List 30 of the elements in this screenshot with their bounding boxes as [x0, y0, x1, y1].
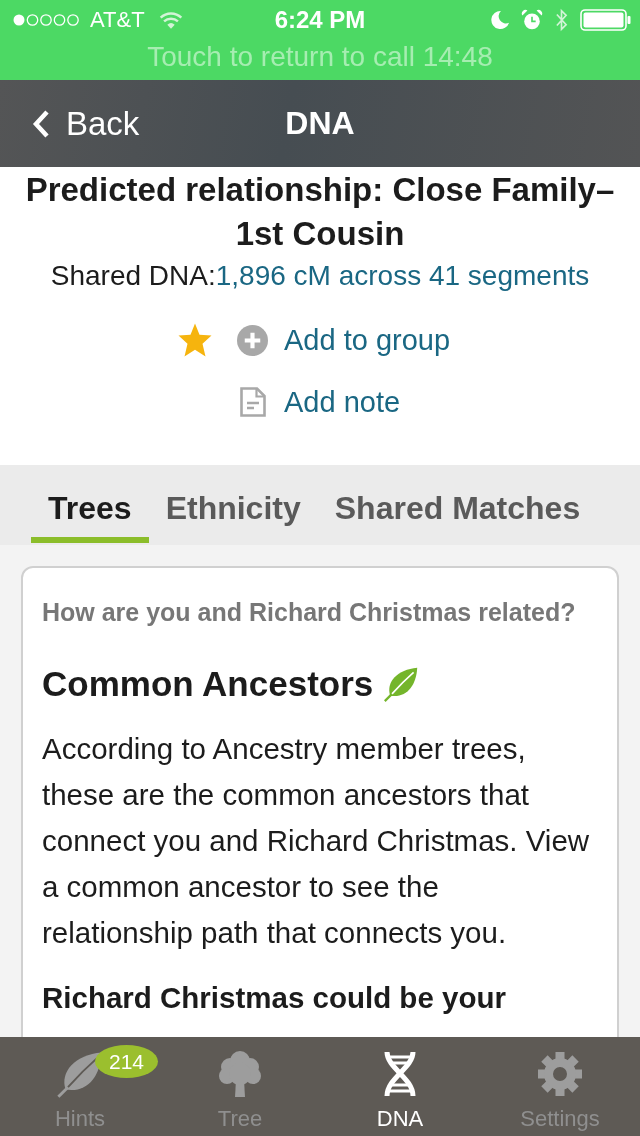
- bluetooth-icon: [555, 8, 568, 32]
- alarm-clock-icon: [521, 9, 543, 31]
- wifi-icon: [158, 10, 183, 30]
- nav-title: DNA: [285, 105, 355, 142]
- moon-icon: [490, 10, 510, 30]
- battery-icon: [580, 9, 632, 31]
- bold-text: Richard Christmas could be your: [42, 980, 507, 1016]
- leaf-icon: [383, 666, 420, 702]
- settings-icon: [536, 1050, 584, 1098]
- section-heading: Common Ancestors: [42, 663, 374, 705]
- shared-dna-link[interactable]: 1,896 cM across 41 segments: [215, 260, 590, 291]
- plus-circle-icon: [237, 324, 268, 356]
- relationship-title: Predicted relationship: Close Family–1st Cousin: [24, 170, 616, 254]
- question-text: How are you and Richard Christmas related?: [42, 597, 577, 628]
- note-icon: [239, 387, 266, 417]
- back-button[interactable]: Back: [0, 98, 148, 149]
- shared-dna-label: Shared DNA:: [50, 260, 216, 291]
- signal-strength-icon: [12, 13, 80, 27]
- hints-count-badge: 214: [95, 1045, 158, 1078]
- tab[interactable]: Shared Matches: [317, 465, 598, 543]
- tree-icon: [216, 1050, 264, 1098]
- status-time: 6:24 PM: [274, 6, 366, 34]
- star-icon[interactable]: [177, 322, 213, 358]
- add-to-group-button[interactable]: Add to group: [237, 312, 451, 368]
- tab[interactable]: Ethnicity: [148, 465, 318, 543]
- carrier-name: AT&T: [90, 7, 145, 33]
- add-note-button[interactable]: Add note: [237, 374, 401, 430]
- tab-bar-item[interactable]: DNA: [320, 1037, 480, 1136]
- chevron-left-icon: [31, 108, 51, 139]
- body-text: According to Ancestry member trees, these are the common ancestors that connect you and Richard Christmas. View a common ancestor to see the relationship path that connects you.: [42, 731, 591, 951]
